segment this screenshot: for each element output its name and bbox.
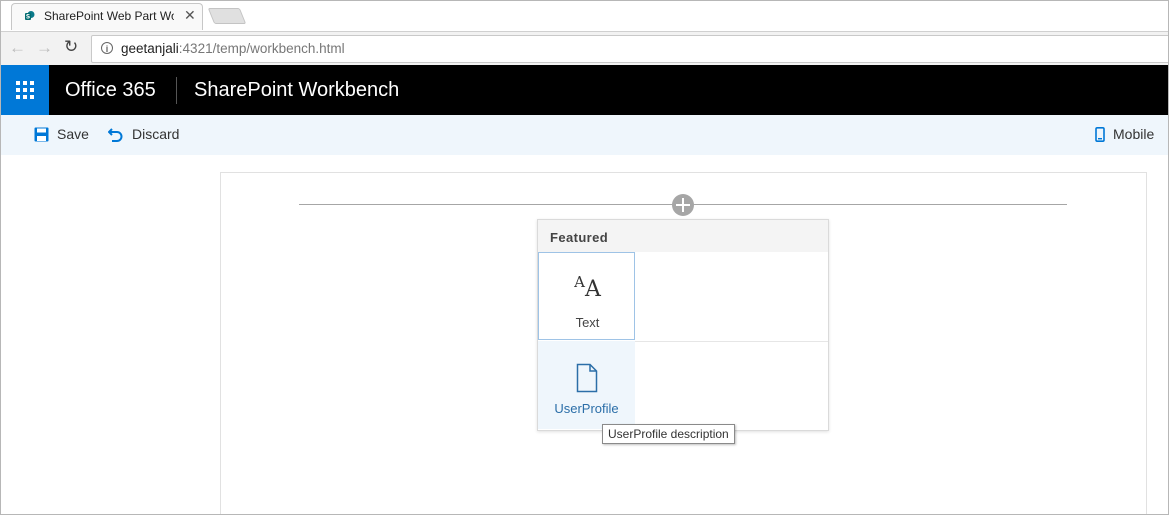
save-button[interactable]: Save xyxy=(34,126,89,142)
url-text[interactable]: geetanjali:4321/temp/workbench.html xyxy=(121,41,345,56)
forward-arrow-icon[interactable]: → xyxy=(36,38,53,58)
app-launcher-waffle-icon[interactable] xyxy=(1,65,49,115)
suite-bar: Office 365 SharePoint Workbench xyxy=(1,65,1168,115)
tooltip: UserProfile description xyxy=(602,424,735,444)
url-host: geetanjali xyxy=(121,41,179,56)
mobile-preview-button[interactable]: Mobile xyxy=(1095,126,1154,142)
reload-icon[interactable]: ↻ xyxy=(64,37,78,57)
tab-strip: S SharePoint Web Part Wor ✕ xyxy=(1,1,1168,31)
toolbox-item-label: UserProfile xyxy=(554,401,619,416)
font-size-icon: AA xyxy=(574,273,601,302)
address-bar[interactable]: i geetanjali:4321/temp/workbench.html xyxy=(91,35,1168,63)
save-label: Save xyxy=(57,126,89,142)
toolbox-category-title: Featured xyxy=(550,230,609,245)
page-icon xyxy=(538,361,635,393)
site-info-icon[interactable]: i xyxy=(101,42,113,54)
browser-tab[interactable]: S SharePoint Web Part Wor ✕ xyxy=(11,3,203,30)
discard-button[interactable]: Discard xyxy=(107,126,180,142)
toolbox-row-divider xyxy=(635,341,828,342)
new-tab-button[interactable] xyxy=(207,8,247,24)
back-arrow-icon[interactable]: ← xyxy=(9,38,26,58)
sharepoint-favicon-icon: S xyxy=(25,11,35,21)
browser-toolbar: ← → ↻ i geetanjali:4321/temp/workbench.h… xyxy=(1,31,1168,66)
add-webpart-plus-icon[interactable] xyxy=(672,194,694,216)
save-icon xyxy=(34,127,49,142)
tab-title: SharePoint Web Part Wor xyxy=(44,9,174,23)
discard-label: Discard xyxy=(132,126,180,142)
browser-window: S SharePoint Web Part Wor ✕ ← → ↻ i geet… xyxy=(0,0,1169,515)
toolbox-item-label: Text xyxy=(575,315,600,330)
command-bar: Save Discard Mobile xyxy=(1,115,1168,155)
mobile-label: Mobile xyxy=(1113,126,1155,142)
svg-text:S: S xyxy=(26,14,30,21)
toolbox-category-header: Featured xyxy=(538,220,828,252)
undo-icon xyxy=(107,128,123,142)
suite-divider xyxy=(176,77,177,104)
toolbox-item-userprofile[interactable]: UserProfile xyxy=(538,341,635,429)
office-365-brand[interactable]: Office 365 xyxy=(65,79,156,102)
app-title: SharePoint Workbench xyxy=(194,79,400,101)
url-path: :4321/temp/workbench.html xyxy=(178,41,345,56)
webpart-toolbox: Featured AA Text UserProfile xyxy=(537,219,829,431)
mobile-phone-icon xyxy=(1095,127,1105,142)
toolbox-item-text[interactable]: AA Text xyxy=(538,252,635,340)
close-tab-icon[interactable]: ✕ xyxy=(184,7,196,24)
